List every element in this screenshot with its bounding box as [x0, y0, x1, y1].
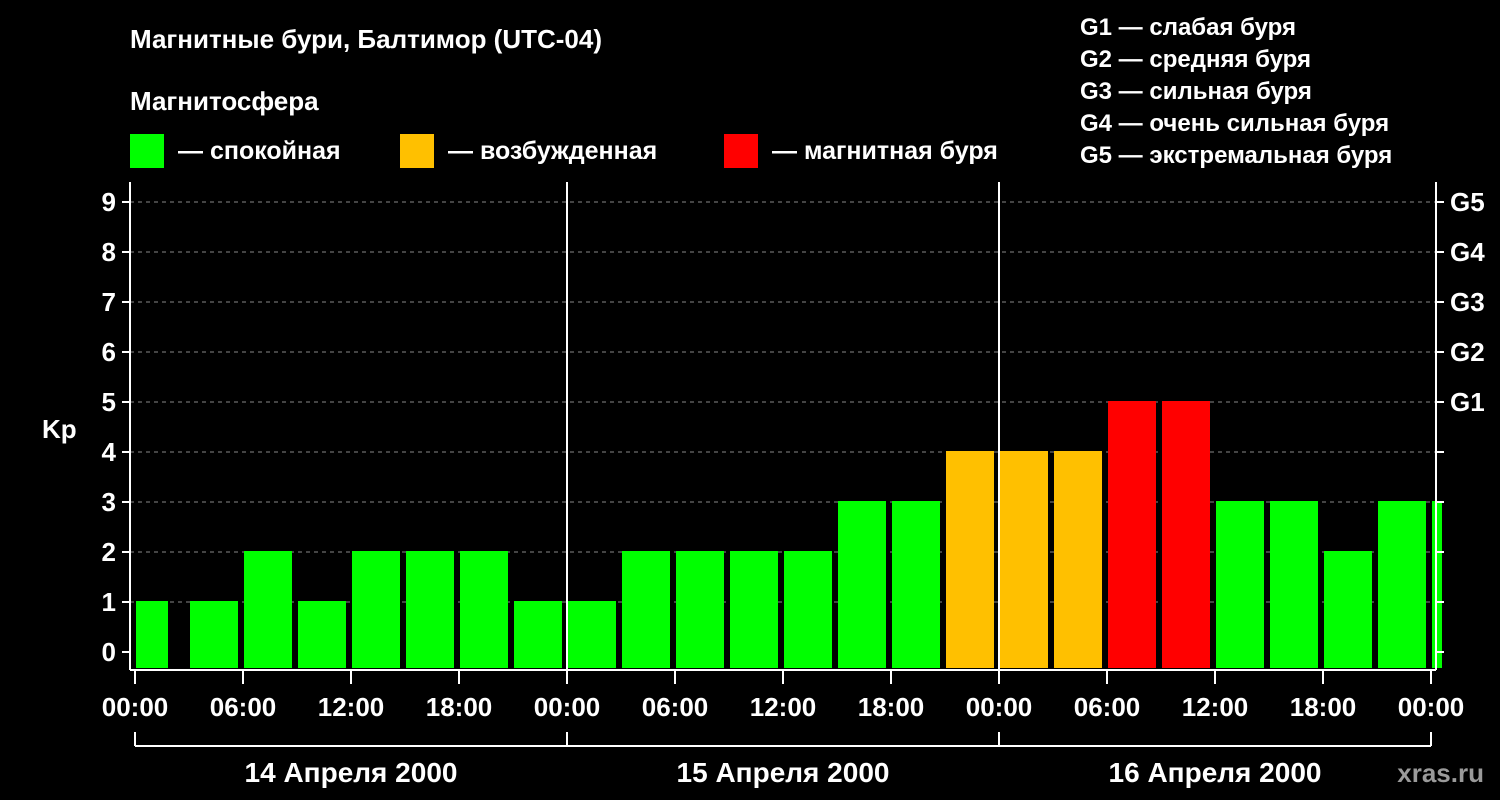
bar-4 [352, 551, 400, 668]
bar-17 [1054, 451, 1102, 668]
bar-19 [1162, 401, 1210, 668]
y-tick-label-0: 0 [102, 637, 116, 667]
bar-7 [514, 601, 562, 668]
bars-layer [136, 401, 1442, 668]
x-tick-label-0: 00:00 [102, 692, 169, 722]
x-tick-label-11: 18:00 [1290, 692, 1357, 722]
bar-8 [568, 601, 616, 668]
x-tick-label-12: 00:00 [1398, 692, 1465, 722]
y-tick-label-1: 1 [102, 587, 116, 617]
x-tick-label-8: 00:00 [966, 692, 1033, 722]
y-tick-label-9: 9 [102, 187, 116, 217]
right-axis-label-g2: G2 [1450, 337, 1485, 367]
x-tick-label-7: 18:00 [858, 692, 925, 722]
bar-21 [1270, 501, 1318, 668]
labels-layer: 0 1 2 3 4 5 6 7 8 9 G1 G2 G3 G4 G5 00:00 06:00 12:00 18:00… [102, 187, 1486, 788]
bar-20 [1216, 501, 1264, 668]
bar-16 [1000, 451, 1048, 668]
bar-12 [784, 551, 832, 668]
y-tick-label-3: 3 [102, 487, 116, 517]
right-axis-label-g5: G5 [1450, 187, 1485, 217]
bar-22 [1324, 551, 1372, 668]
bar-13 [838, 501, 886, 668]
bar-14 [892, 501, 940, 668]
bar-10 [676, 551, 724, 668]
right-axis-label-g3: G3 [1450, 287, 1485, 317]
x-tick-label-6: 12:00 [750, 692, 817, 722]
x-tick-label-1: 06:00 [210, 692, 277, 722]
x-tick-label-9: 06:00 [1074, 692, 1141, 722]
x-tick-label-4: 00:00 [534, 692, 601, 722]
y-tick-label-5: 5 [102, 387, 116, 417]
x-tick-label-2: 12:00 [318, 692, 385, 722]
bar-3 [298, 601, 346, 668]
bar-1 [190, 601, 238, 668]
x-tick-label-10: 12:00 [1182, 692, 1249, 722]
day-label-0: 14 Апреля 2000 [245, 757, 458, 788]
right-axis-label-g1: G1 [1450, 387, 1485, 417]
bar-6 [460, 551, 508, 668]
y-tick-label-6: 6 [102, 337, 116, 367]
bar-18 [1108, 401, 1156, 668]
bar-23 [1378, 501, 1426, 668]
y-tick-label-8: 8 [102, 237, 116, 267]
bar-2 [244, 551, 292, 668]
day-label-2: 16 Апреля 2000 [1109, 757, 1322, 788]
bar-0 [136, 601, 168, 668]
bar-15 [946, 451, 994, 668]
right-axis-label-g4: G4 [1450, 237, 1485, 267]
bar-9 [622, 551, 670, 668]
bar-5 [406, 551, 454, 668]
bar-11 [730, 551, 778, 668]
y-tick-label-4: 4 [102, 437, 117, 467]
day-label-1: 15 Апреля 2000 [677, 757, 890, 788]
x-tick-label-5: 06:00 [642, 692, 709, 722]
y-tick-label-2: 2 [102, 537, 116, 567]
kp-bar-chart: 0 1 2 3 4 5 6 7 8 9 G1 G2 G3 G4 G5 00:00 06:00 12:00 18:00… [102, 182, 1486, 788]
y-tick-label-7: 7 [102, 287, 116, 317]
x-tick-label-3: 18:00 [426, 692, 493, 722]
